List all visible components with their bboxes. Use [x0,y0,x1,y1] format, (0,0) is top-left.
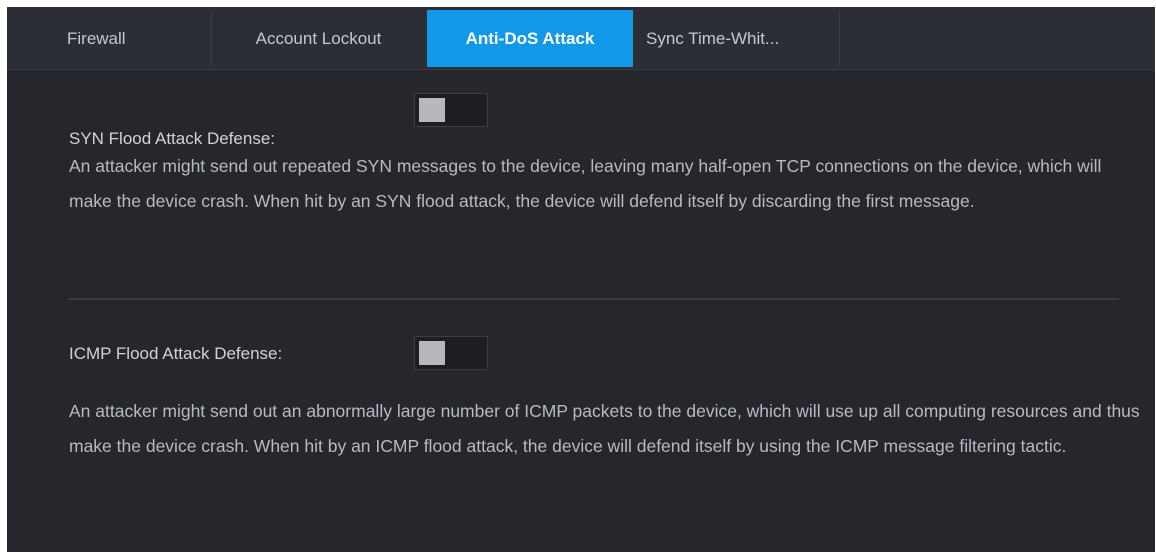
icmp-flood-defense-label: ICMP Flood Attack Defense: [69,344,283,363]
icmp-flood-defense-toggle[interactable] [414,336,488,370]
toggle-knob [419,98,445,122]
syn-flood-defense-toggle[interactable] [414,93,488,127]
syn-flood-defense-label: SYN Flood Attack Defense: [69,129,275,148]
icmp-flood-description: An attacker might send out an abnormally… [69,401,1140,456]
tab-firewall[interactable]: Firewall [7,11,212,66]
syn-flood-description: An attacker might send out repeated SYN … [69,156,1102,211]
anti-dos-panel: Firewall Account Lockout Anti-DoS Attack… [7,7,1155,552]
tab-anti-dos-attack[interactable]: Anti-DoS Attack [427,10,633,67]
section-divider [69,298,1119,300]
tab-account-lockout[interactable]: Account Lockout [212,11,425,66]
tab-bar: Firewall Account Lockout Anti-DoS Attack… [7,7,1155,70]
tab-sync-time-whitelist[interactable]: Sync Time-Whit... [634,11,840,66]
toggle-knob [419,341,445,365]
